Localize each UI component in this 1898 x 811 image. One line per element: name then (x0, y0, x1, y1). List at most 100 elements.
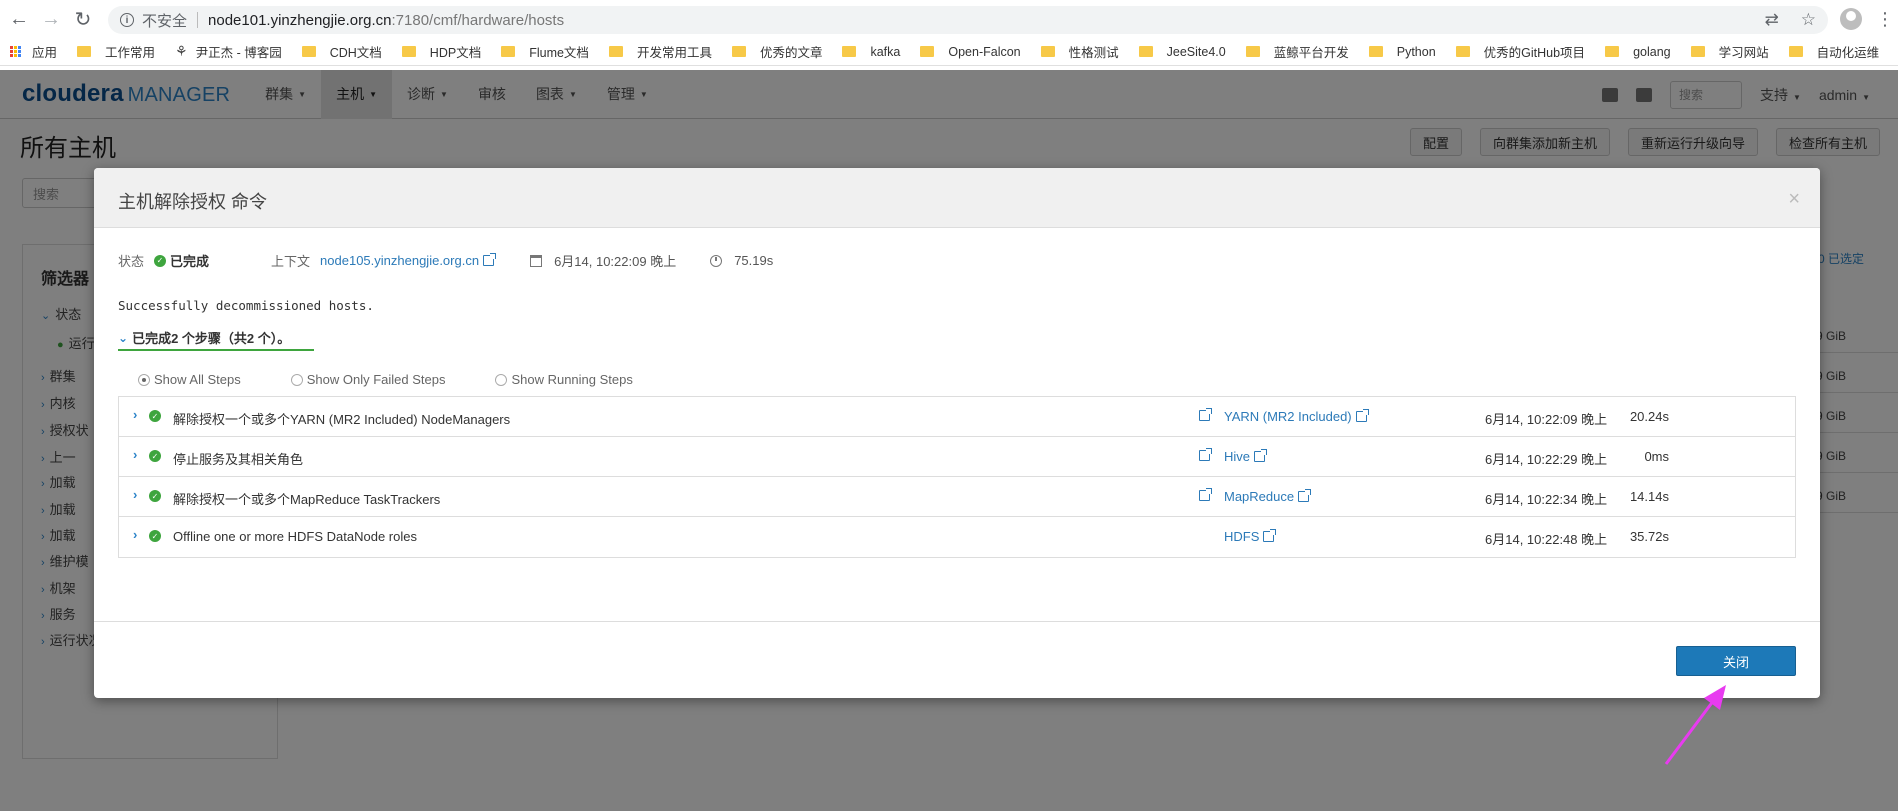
bookmark-item[interactable]: HDP文档 (401, 42, 482, 61)
command-status-line: 状态 ✓ 已完成 上下文 node105.yinzhengjie.org.cn … (118, 251, 773, 270)
step-service-link[interactable]: YARN (MR2 Included) (1224, 409, 1369, 424)
bookmark-label: 蓝鲸平台开发 (1273, 46, 1349, 60)
chrome-menu-icon[interactable]: ⋮ (1876, 9, 1894, 30)
folder-icon (842, 46, 857, 57)
bookmark-label: 应用 (32, 46, 58, 60)
translate-icon[interactable]: ⇄ (1765, 10, 1779, 30)
bookmark-item[interactable]: 优秀的文章 (731, 42, 823, 61)
bookmark-item[interactable]: JeeSite4.0 (1138, 44, 1226, 59)
bookmark-item[interactable]: CDH文档 (301, 42, 382, 61)
bookmark-label: Open-Falcon (948, 44, 1021, 59)
step-name: 停止服务及其相关角色 (173, 452, 304, 467)
bookmark-item[interactable]: ⚘ 尹正杰 - 博客园 (175, 42, 282, 61)
external-link-icon (483, 253, 497, 266)
context-host-text: node105.yinzhengjie.org.cn (320, 253, 480, 268)
bookmark-item[interactable]: 应用 (10, 42, 57, 61)
bookmark-label: Flume文档 (529, 46, 589, 60)
chevron-right-icon[interactable]: › (133, 487, 137, 502)
info-icon[interactable]: i (120, 13, 134, 27)
status-label: 状态 (118, 254, 145, 269)
step-service-link[interactable]: HDFS (1224, 529, 1277, 544)
url-divider (197, 12, 199, 28)
bookmark-label: HDP文档 (429, 46, 482, 60)
step-name: Offline one or more HDFS DataNode roles (173, 529, 417, 544)
bookmark-item[interactable]: 工作常用 (77, 42, 155, 61)
bookmark-label: 优秀的文章 (759, 46, 823, 60)
modal-title: 主机解除授权 命令 (118, 192, 268, 212)
radio-dot-selected[interactable] (138, 373, 150, 386)
external-link-icon[interactable] (1199, 448, 1212, 461)
step-row: › ✓ Offline one or more HDFS DataNode role… (119, 517, 1795, 557)
external-link-icon (1254, 449, 1268, 462)
bookmark-item[interactable]: 自动化运维 (1788, 42, 1879, 61)
folder-icon (77, 46, 92, 57)
step-duration: 0ms (1644, 449, 1669, 464)
bookmark-label: JeeSite4.0 (1166, 44, 1226, 59)
external-link-icon (1355, 409, 1369, 422)
apps-grid-icon (10, 45, 22, 58)
service-name: Hive (1224, 449, 1251, 464)
radio-show-running-steps[interactable]: Show Running Steps (495, 372, 633, 387)
check-circle-icon: ✓ (149, 490, 161, 502)
status-value: 已完成 (170, 254, 210, 269)
clock-icon (710, 254, 723, 267)
step-time: 6月14, 10:22:29 晚上 (1485, 452, 1608, 467)
step-service-link[interactable]: MapReduce (1224, 489, 1312, 504)
external-link-icon[interactable] (1199, 488, 1212, 501)
bookmark-label: 尹正杰 - 博客园 (195, 46, 282, 60)
chevron-right-icon[interactable]: › (133, 447, 137, 462)
duration: 75.19s (734, 253, 774, 268)
external-link-icon[interactable] (1199, 408, 1212, 421)
bookmark-item[interactable]: Flume文档 (501, 42, 589, 61)
close-button[interactable]: 关闭 (1676, 646, 1796, 676)
annotation-arrow (1664, 685, 1726, 765)
reload-icon[interactable]: ↻ (70, 6, 96, 32)
chevron-right-icon[interactable]: › (133, 527, 137, 542)
step-service-link[interactable]: Hive (1224, 449, 1268, 464)
profile-avatar[interactable] (1840, 8, 1862, 30)
radio-show-failed-steps[interactable]: Show Only Failed Steps (290, 372, 445, 387)
steps-summary-toggle[interactable]: ⌄ 已完成2 个步骤（共2 个）。 (118, 328, 314, 351)
folder-icon (501, 46, 516, 57)
step-row: › ✓ 停止服务及其相关角色 Hive 6月14, 10:22:29 晚上 0ms (119, 437, 1795, 477)
bookmark-label: Python (1396, 44, 1436, 59)
folder-icon (1605, 46, 1620, 57)
bookmark-label: 优秀的GitHub项目 (1483, 46, 1586, 60)
close-icon[interactable]: × (1788, 188, 1800, 211)
bookmark-item[interactable]: 性格测试 (1040, 42, 1119, 61)
service-name: YARN (MR2 Included) (1224, 409, 1352, 424)
address-bar[interactable]: i 不安全 node101.yinzhengjie.org.cn:7180/cm… (108, 6, 1828, 34)
forward-icon[interactable]: → (38, 6, 64, 32)
bookmark-item[interactable]: 学习网站 (1690, 42, 1769, 61)
back-icon[interactable]: ← (6, 6, 32, 32)
folder-icon (608, 46, 623, 57)
arrow-head (1704, 685, 1726, 710)
chevron-right-icon[interactable]: › (133, 407, 137, 422)
bookmark-item[interactable]: 开发常用工具 (608, 42, 712, 61)
bookmark-label: 学习网站 (1718, 46, 1769, 60)
folder-icon (1455, 46, 1470, 57)
bookmark-label: 性格测试 (1068, 46, 1119, 60)
bookmark-item[interactable]: Python (1368, 44, 1436, 59)
step-name: 解除授权一个或多个MapReduce TaskTrackers (173, 492, 441, 507)
bookmarks-bar: 应用 工作常用 ⚘ 尹正杰 - 博客园 CDH文档 HDP文档 Flume文档 开发常用工具 优… (0, 38, 1898, 66)
step-time: 6月14, 10:22:34 晚上 (1485, 492, 1608, 507)
bookmark-star-icon[interactable]: ☆ (1801, 10, 1816, 30)
radio-dot[interactable] (290, 373, 303, 386)
steps-table: › ✓ 解除授权一个或多个YARN (MR2 Included) NodeManag… (118, 396, 1796, 558)
blog-icon: ⚘ (175, 43, 188, 59)
arrow-shaft (1664, 699, 1716, 765)
bookmark-item[interactable]: 优秀的GitHub项目 (1455, 42, 1586, 61)
bookmark-item[interactable]: 蓝鲸平台开发 (1245, 42, 1349, 61)
bookmark-item[interactable]: kafka (842, 45, 900, 59)
radio-show-all-steps[interactable]: Show All Steps (138, 372, 241, 387)
service-name: MapReduce (1224, 489, 1295, 504)
step-duration: 14.14s (1629, 489, 1669, 504)
context-host-link[interactable]: node105.yinzhengjie.org.cn (320, 253, 497, 268)
folder-icon (1690, 46, 1705, 57)
bookmark-item[interactable]: golang (1605, 45, 1671, 59)
url-path: :7180/cmf/hardware/hosts (391, 11, 565, 29)
radio-dot[interactable] (495, 373, 508, 386)
bookmark-item[interactable]: Open-Falcon (920, 44, 1021, 59)
radio-label: Show Running Steps (511, 372, 633, 387)
